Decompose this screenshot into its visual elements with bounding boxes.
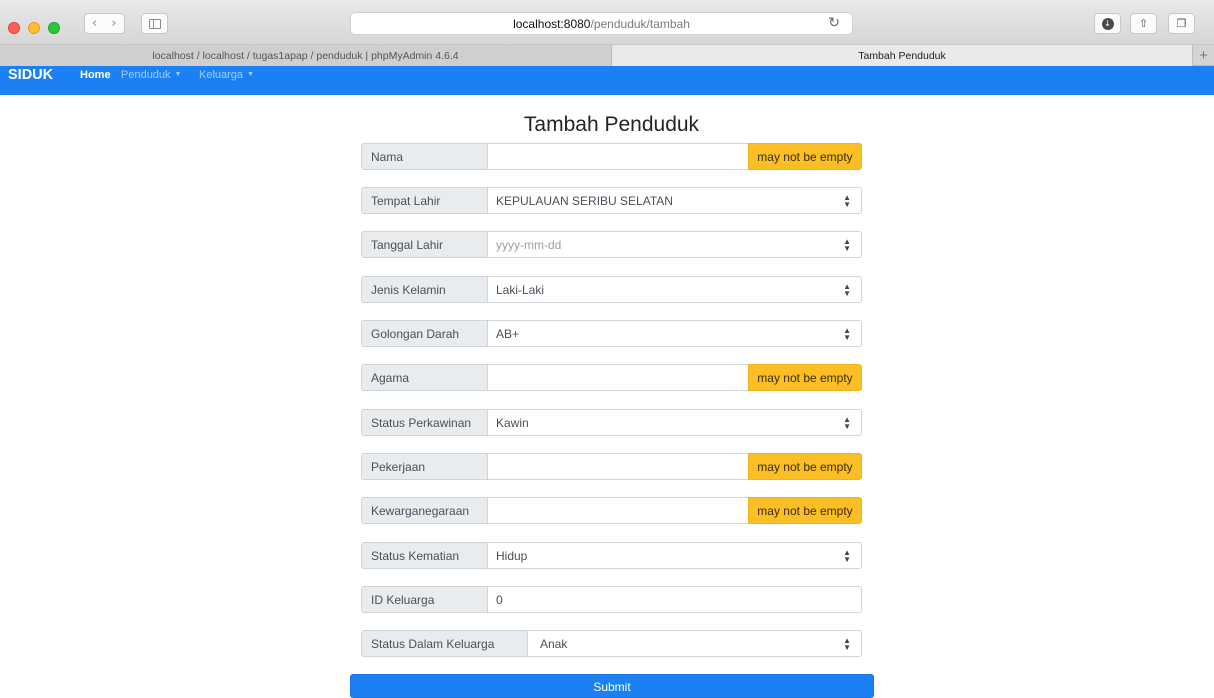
select-value: Hidup (496, 548, 528, 563)
reload-icon[interactable]: ↻ (828, 15, 840, 31)
select-arrows-icon: ▲ ▼ (843, 415, 851, 431)
nav-label: Keluarga (199, 69, 244, 81)
field-label: Agama (361, 364, 488, 391)
select-value: KEPULAUAN SERIBU SELATAN (496, 193, 673, 208)
agama-input[interactable] (488, 364, 750, 391)
form-row-tempat-lahir: Tempat Lahir KEPULAUAN SERIBU SELATAN ▲ ▼ (361, 187, 862, 214)
sidebar-icon (148, 18, 161, 29)
page-title: Tambah Penduduk (523, 113, 700, 136)
form-row-pekerjaan: Pekerjaan may not be empty (361, 453, 862, 480)
form-row-status-kematian: Status Kematian Hidup ▲ ▼ (361, 542, 862, 569)
field-label: ID Keluarga (361, 586, 488, 613)
field-label: Status Perkawinan (361, 409, 488, 436)
plus-icon: + (1199, 47, 1208, 64)
caret-down-icon: ▼ (174, 71, 182, 78)
sidebar-toggle-button[interactable] (141, 13, 168, 34)
download-icon: ↓ (1101, 17, 1114, 30)
tab-title: localhost / localhost / tugas1apap / pen… (152, 49, 459, 62)
status-kematian-select[interactable]: Hidup ▲ ▼ (488, 542, 862, 569)
select-arrows-icon: ▲ ▼ (843, 548, 851, 564)
field-label: Status Kematian (361, 542, 488, 569)
address-bar[interactable]: localhost:8080/penduduk/tambah ↻ (350, 12, 853, 35)
select-value: Kawin (496, 415, 529, 430)
id-keluarga-input[interactable]: 0 (488, 586, 862, 613)
zoom-window-button[interactable] (48, 22, 60, 34)
form-row-nama: Nama may not be empty (361, 143, 862, 170)
kewarganegaraan-input[interactable] (488, 497, 750, 524)
show-tabs-button[interactable]: ❐ (1168, 13, 1195, 34)
tempat-lahir-select[interactable]: KEPULAUAN SERIBU SELATAN ▲ ▼ (488, 187, 862, 214)
select-arrows-icon: ▲ ▼ (843, 326, 851, 342)
field-label: Tanggal Lahir (361, 231, 488, 258)
form-row-tanggal-lahir: Tanggal Lahir yyyy-mm-dd ▲ ▼ (361, 231, 862, 258)
validation-warning: may not be empty (748, 497, 862, 524)
nav-home[interactable]: Home (80, 69, 111, 81)
share-icon: ⇧ (1138, 17, 1149, 30)
pekerjaan-input[interactable] (488, 453, 750, 480)
tab-strip: localhost / localhost / tugas1apap / pen… (0, 45, 1214, 66)
url-host: localhost:8080 (513, 16, 591, 31)
url-path: /penduduk/tambah (590, 16, 690, 31)
tab-tambah-penduduk[interactable]: Tambah Penduduk (612, 45, 1192, 66)
select-arrows-icon: ▲ ▼ (843, 193, 851, 209)
validation-warning: may not be empty (748, 364, 862, 391)
select-value: Anak (540, 636, 568, 651)
field-label: Nama (361, 143, 488, 170)
new-tab-button[interactable]: + (1192, 45, 1214, 66)
tab-title: Tambah Penduduk (858, 49, 946, 62)
status-perkawinan-select[interactable]: Kawin ▲ ▼ (488, 409, 862, 436)
back-button[interactable]: ‹ (84, 13, 105, 34)
tab-phpmyadmin[interactable]: localhost / localhost / tugas1apap / pen… (0, 45, 612, 66)
nama-input[interactable] (488, 143, 750, 170)
form-row-jenis-kelamin: Jenis Kelamin Laki-Laki ▲ ▼ (361, 276, 862, 303)
tanggal-lahir-input[interactable]: yyyy-mm-dd ▲ ▼ (488, 231, 862, 258)
browser-toolbar: ‹ › localhost:8080/penduduk/tambah ↻ ↓ ⇧… (0, 0, 1214, 45)
stepper-arrows-icon: ▲ ▼ (843, 237, 851, 253)
chevron-left-icon: ‹ (91, 16, 98, 31)
select-arrows-icon: ▲ ▼ (843, 636, 851, 652)
downloads-button[interactable]: ↓ (1094, 13, 1121, 34)
brand-link[interactable]: SIDUK (8, 67, 53, 83)
select-arrows-icon: ▲ ▼ (843, 282, 851, 298)
submit-button[interactable]: Submit (350, 674, 874, 698)
app-navbar: SIDUK Home Penduduk ▼ Keluarga ▼ (0, 66, 1214, 95)
field-label: Pekerjaan (361, 453, 488, 480)
select-value: AB+ (496, 326, 520, 341)
field-label: Golongan Darah (361, 320, 488, 347)
status-dalam-keluarga-select[interactable]: Anak ▲ ▼ (528, 630, 862, 657)
form-row-id-keluarga: ID Keluarga 0 (361, 586, 862, 613)
validation-warning: may not be empty (748, 453, 862, 480)
select-value: Laki-Laki (496, 282, 545, 297)
minimize-window-button[interactable] (28, 22, 40, 34)
forward-button[interactable]: › (104, 13, 125, 34)
form-row-agama: Agama may not be empty (361, 364, 862, 391)
field-label: Kewarganegaraan (361, 497, 488, 524)
nav-penduduk-dropdown[interactable]: Penduduk ▼ (121, 69, 181, 81)
date-placeholder: yyyy-mm-dd (496, 237, 562, 252)
share-button[interactable]: ⇧ (1130, 13, 1157, 34)
form-row-status-dalam-keluarga: Status Dalam Keluarga Anak ▲ ▼ (361, 630, 862, 657)
caret-down-icon: ▼ (247, 71, 254, 78)
validation-warning: may not be empty (748, 143, 862, 170)
field-label: Jenis Kelamin (361, 276, 488, 303)
close-window-button[interactable] (8, 22, 20, 34)
field-label: Status Dalam Keluarga (361, 630, 528, 657)
golongan-darah-select[interactable]: AB+ ▲ ▼ (488, 320, 862, 347)
nav-keluarga-dropdown[interactable]: Keluarga ▼ (199, 69, 254, 81)
chevron-right-icon: › (111, 16, 117, 31)
form-row-status-perkawinan: Status Perkawinan Kawin ▲ ▼ (361, 409, 862, 436)
field-label: Tempat Lahir (361, 187, 488, 214)
form-row-golongan-darah: Golongan Darah AB+ ▲ ▼ (361, 320, 862, 347)
tabs-icon: ❐ (1176, 17, 1187, 30)
jenis-kelamin-select[interactable]: Laki-Laki ▲ ▼ (488, 276, 862, 303)
form-row-kewarganegaraan: Kewarganegaraan may not be empty (361, 497, 862, 524)
nav-label: Penduduk (121, 69, 171, 81)
